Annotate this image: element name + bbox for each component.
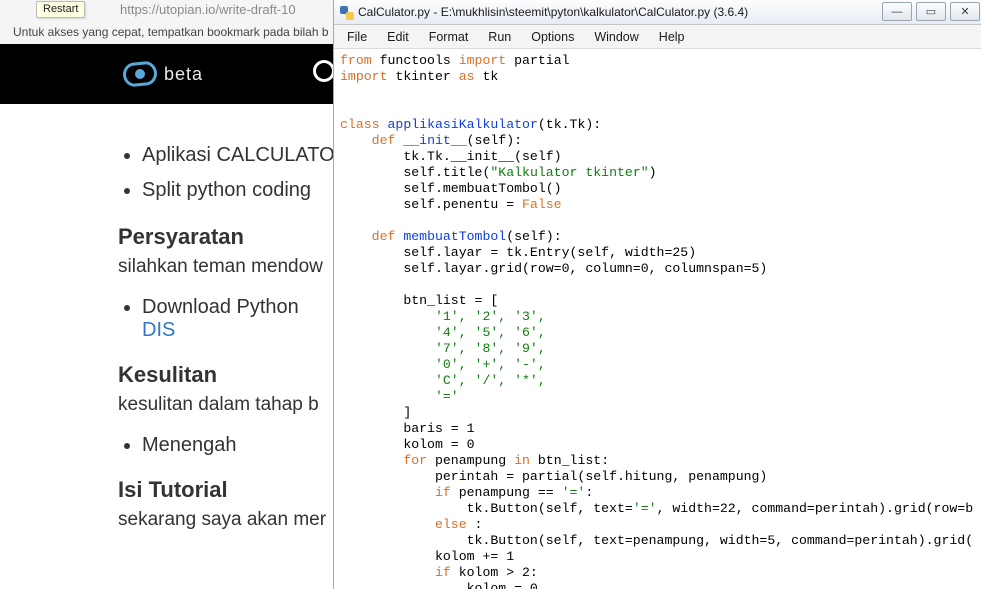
menu-help[interactable]: Help [650,28,694,46]
window-title: CalCulator.py - E:\mukhlisin\steemit\pyt… [358,5,748,19]
idle-editor-window: CalCulator.py - E:\mukhlisin\steemit\pyt… [333,0,981,589]
download-link[interactable]: DIS [142,319,175,341]
download-text: Download Python [142,296,299,318]
site-header-band: beta [0,44,333,104]
menu-edit[interactable]: Edit [378,28,418,46]
utopian-logo[interactable]: beta [122,56,203,92]
para-tutorial: sekarang saya akan mer [118,509,329,531]
window-titlebar: CalCulator.py - E:\mukhlisin\steemit\pyt… [334,0,981,25]
bookmark-hint: Untuk akses yang cepat, tempatkan bookma… [13,25,329,39]
menu-format[interactable]: Format [420,28,478,46]
close-button[interactable]: ✕ [950,2,980,21]
github-icon[interactable] [313,60,335,82]
minimize-button[interactable]: — [882,2,912,21]
para-requirements: silahkan teman mendow [118,256,329,278]
heading-tutorial: Isi Tutorial [118,477,329,503]
browser-top-bar: Restart https://utopian.io/write-draft-1… [0,0,333,45]
code-editor[interactable]: from functools import partial import tki… [334,49,981,589]
logo-text: beta [164,64,203,85]
restart-tooltip: Restart [36,1,85,18]
python-file-icon [338,4,354,20]
utopian-eye-icon [122,56,158,92]
list-item: Aplikasi CALCULATOR [142,144,329,167]
menu-bar: File Edit Format Run Options Window Help [334,25,981,49]
list-item: Split python coding [142,179,329,202]
url-display: https://utopian.io/write-draft-10 [120,2,296,17]
heading-requirements: Persyaratan [118,224,329,250]
menu-options[interactable]: Options [522,28,583,46]
blog-content: Aplikasi CALCULATOR Split python coding … [0,104,333,589]
list-item: Download Python DIS [142,296,329,342]
para-difficulty: kesulitan dalam tahap b [118,394,329,416]
screenshot-root: Restart https://utopian.io/write-draft-1… [0,0,981,589]
list-item: Menengah [142,434,329,457]
maximize-button[interactable]: ▭ [916,2,946,21]
menu-run[interactable]: Run [479,28,520,46]
heading-difficulty: Kesulitan [118,362,329,388]
menu-window[interactable]: Window [585,28,647,46]
menu-file[interactable]: File [338,28,376,46]
